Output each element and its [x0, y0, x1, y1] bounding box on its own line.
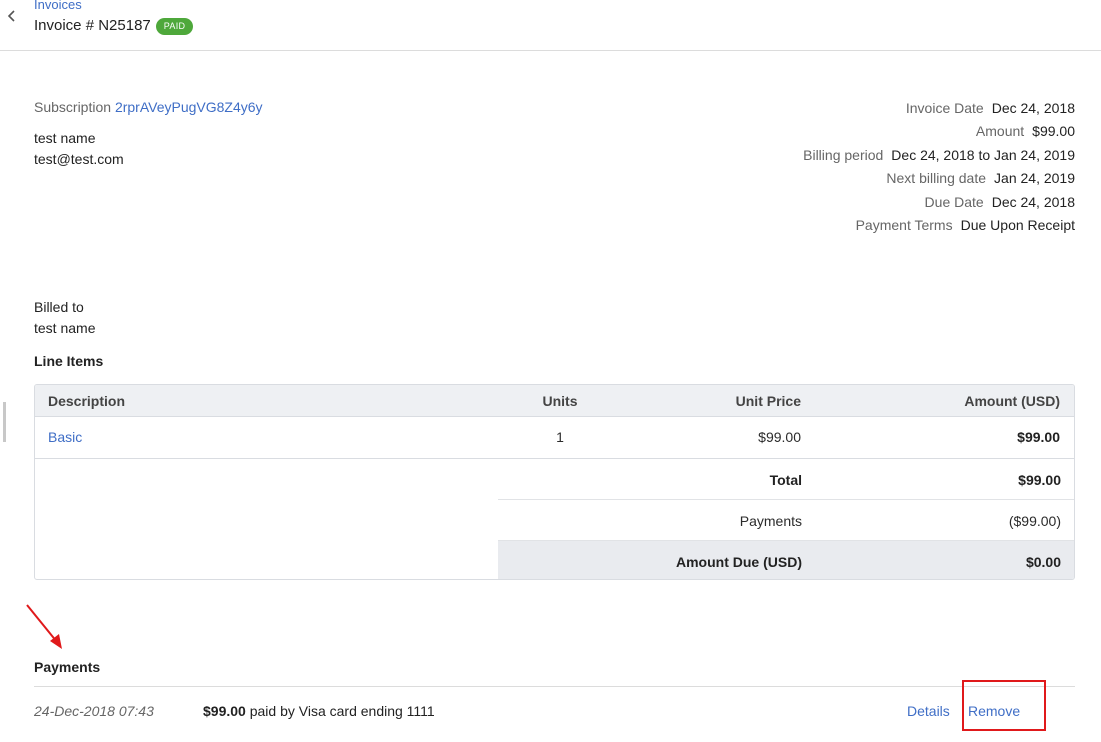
scrollbar-handle[interactable] [3, 402, 6, 442]
customer-email: test@test.com [34, 151, 124, 167]
billed-to: Billed to test name [34, 297, 95, 339]
detail-next-billing-date: Next billing date Jan 24, 2019 [886, 170, 1075, 187]
col-unit-price: Unit Price [735, 393, 801, 409]
payment-description: $99.00 paid by Visa card ending 1111 [203, 703, 435, 719]
line-item-amount: $99.00 [1017, 429, 1060, 445]
col-units: Units [542, 393, 578, 409]
annotation-arrow-icon [26, 604, 62, 649]
customer-info: test name test@test.com [34, 128, 124, 170]
breadcrumb-invoices[interactable]: Invoices [34, 0, 82, 13]
status-badge: PAID [155, 17, 194, 35]
payments-heading: Payments [34, 659, 101, 675]
annotation-highlight-box [962, 680, 1046, 731]
invoice-title: Invoice # N25187 [34, 17, 151, 34]
subscription-label: Subscription [34, 99, 112, 115]
line-item-link[interactable]: Basic [48, 428, 82, 446]
billed-to-label: Billed to [34, 299, 84, 315]
line-item-unit-price: $99.00 [758, 429, 801, 445]
line-items-heading: Line Items [34, 353, 104, 369]
line-items-table: Description Units Unit Price Amount (USD… [34, 384, 1075, 580]
detail-payment-terms: Payment Terms Due Upon Receipt [855, 216, 1075, 233]
payment-details-link[interactable]: Details [907, 703, 950, 719]
table-row: Basic 1 $99.00 $99.00 [35, 416, 1074, 459]
summary-amount-due: Amount Due (USD) $0.00 [498, 540, 1074, 579]
detail-due-date: Due Date Dec 24, 2018 [924, 193, 1075, 210]
divider [34, 686, 1075, 687]
table-header: Description Units Unit Price Amount (USD… [35, 385, 1074, 417]
detail-invoice-date: Invoice Date Dec 24, 2018 [905, 100, 1075, 116]
invoice-details: Invoice Date Dec 24, 2018 Amount $99.00 Bi… [803, 99, 1075, 239]
page-title: Invoice # N25187 PAID [34, 17, 194, 35]
chevron-left-icon[interactable] [4, 6, 20, 26]
payment-date: 24-Dec-2018 07:43 [34, 703, 154, 719]
detail-billing-period: Billing period Dec 24, 2018 to Jan 24, 20… [803, 146, 1075, 163]
customer-name: test name [34, 130, 96, 146]
col-amount: Amount (USD) [964, 393, 1060, 409]
payment-text: paid by Visa card ending 1111 [249, 703, 435, 719]
summary-payments: Payments ($99.00) [498, 499, 1074, 541]
billed-to-name: test name [34, 320, 96, 336]
col-description: Description [48, 393, 126, 409]
line-item-units: 1 [556, 429, 564, 445]
page-header: Invoices Invoice # N25187 PAID [0, 0, 1101, 51]
payment-amount: $99.00 [203, 703, 246, 719]
detail-amount: Amount $99.00 [975, 123, 1075, 140]
summary-total: Total $99.00 [769, 472, 1061, 488]
subscription-link[interactable]: 2rprAVeyPugVG8Z4y6y [115, 99, 263, 115]
subscription-row: Subscription 2rprAVeyPugVG8Z4y6y [34, 99, 263, 115]
